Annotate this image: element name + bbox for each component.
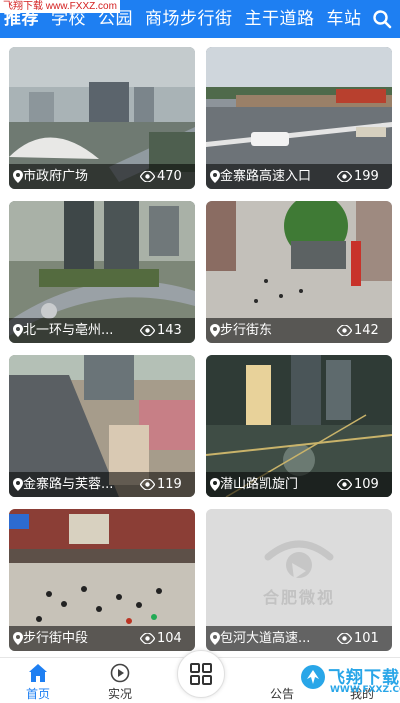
view-count: 101 — [354, 631, 379, 646]
location-pin-icon — [210, 478, 220, 491]
eye-icon — [140, 479, 155, 490]
tab-main-road[interactable]: 主干道路 — [245, 0, 315, 38]
view-count: 119 — [157, 477, 182, 492]
eye-icon — [140, 171, 155, 182]
download-site-watermark: 飞翔下载 WWW.FXXZ.COM — [300, 660, 400, 702]
camera-card[interactable]: 步行街东 142 — [206, 201, 392, 343]
view-count: 470 — [157, 169, 182, 184]
camera-caption: 步行街中段 104 — [9, 626, 195, 651]
apps-icon — [190, 663, 212, 685]
eye-icon — [140, 633, 155, 644]
camera-caption: 金寨路高速入口 199 — [206, 164, 392, 189]
view-count: 109 — [354, 477, 379, 492]
eye-icon — [337, 479, 352, 490]
view-count: 199 — [354, 169, 379, 184]
watermark-logo-icon — [301, 665, 325, 689]
view-count: 104 — [157, 631, 182, 646]
camera-caption: 步行街东 142 — [206, 318, 392, 343]
location-pin-icon — [13, 478, 23, 491]
eye-icon — [337, 633, 352, 644]
camera-name: 金寨路高速入口 — [220, 169, 312, 184]
camera-card[interactable]: 北一环与亳州... 143 — [9, 201, 195, 343]
view-count: 142 — [354, 323, 379, 338]
location-pin-icon — [13, 632, 23, 645]
camera-caption: 潜山路凯旋门 109 — [206, 472, 392, 497]
camera-name: 包河大道高速... — [220, 631, 311, 646]
location-pin-icon — [210, 170, 220, 183]
eye-icon — [337, 171, 352, 182]
location-pin-icon — [13, 170, 23, 183]
camera-caption: 北一环与亳州... 143 — [9, 318, 195, 343]
camera-name: 市政府广场 — [23, 169, 89, 184]
eye-icon — [140, 325, 155, 336]
camera-name: 潜山路凯旋门 — [220, 477, 299, 492]
camera-card[interactable]: 合肥微视 包河大道高速... 101 — [206, 509, 392, 651]
camera-caption: 市政府广场 470 — [9, 164, 195, 189]
tab-station[interactable]: 车站 — [327, 0, 362, 38]
eye-icon — [337, 325, 352, 336]
camera-name: 北一环与亳州... — [23, 323, 114, 338]
nav-home-label: 首页 — [25, 687, 50, 701]
watermark-url: WWW.FXXZ.COM — [330, 685, 400, 695]
center-menu-button[interactable] — [177, 650, 225, 698]
search-icon[interactable] — [372, 9, 392, 29]
camera-card[interactable]: 潜山路凯旋门 109 — [206, 355, 392, 497]
location-pin-icon — [13, 324, 23, 337]
home-icon — [29, 664, 47, 682]
location-pin-icon — [210, 632, 220, 645]
camera-card[interactable]: 金寨路高速入口 199 — [206, 47, 392, 189]
camera-card[interactable]: 市政府广场 470 — [9, 47, 195, 189]
camera-caption: 金寨路与芙蓉... 119 — [9, 472, 195, 497]
camera-name: 步行街东 — [220, 323, 273, 338]
nav-home[interactable]: 首页 — [8, 658, 68, 703]
camera-card[interactable]: 金寨路与芙蓉... 119 — [9, 355, 195, 497]
nav-live-label: 实况 — [107, 687, 132, 701]
placeholder-logo-text: 合肥微视 — [262, 588, 335, 607]
camera-name: 金寨路与芙蓉... — [23, 477, 114, 492]
location-pin-icon — [210, 324, 220, 337]
tab-mall[interactable]: 商场步行街 — [145, 0, 233, 38]
play-icon — [110, 663, 130, 683]
nav-live[interactable]: 实况 — [90, 658, 150, 703]
camera-name: 步行街中段 — [23, 631, 89, 646]
camera-card[interactable]: 步行街中段 104 — [9, 509, 195, 651]
camera-caption: 包河大道高速... 101 — [206, 626, 392, 651]
watermark-label: 飞翔下载 www.FXXZ.com — [0, 0, 120, 13]
view-count: 143 — [157, 323, 182, 338]
